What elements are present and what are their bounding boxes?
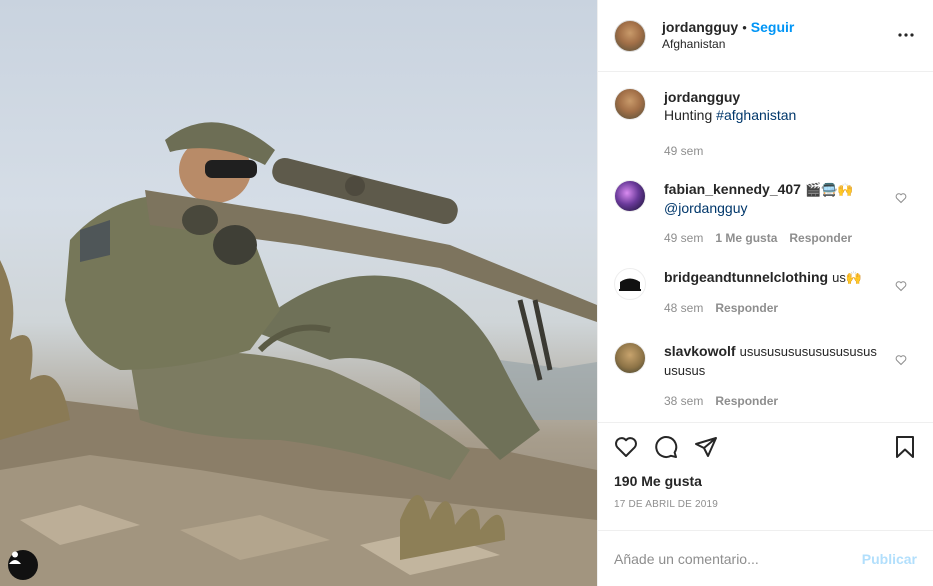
caption: jordangguy Hunting #afghanistan 49 sem [614, 88, 917, 162]
location-link[interactable]: Afghanistan [662, 36, 794, 52]
comment-like-heart-icon[interactable] [895, 354, 907, 366]
comment-body: fabian_kennedy_407 🎬🚍🙌 @jordangguy 49 sem… [664, 180, 879, 258]
mention-link[interactable]: @jordangguy [664, 200, 748, 216]
avatar[interactable] [614, 180, 646, 212]
comments-list: jordangguy Hunting #afghanistan 49 sem f… [598, 72, 933, 422]
comment-body: bridgeandtunnelclothing us🙌 48 sem Respon… [664, 268, 879, 340]
action-icons [614, 423, 917, 471]
post-side-panel: jordangguy • Seguir Afghanistan jordangguy… [597, 0, 933, 586]
post-photo[interactable] [0, 0, 597, 586]
caption-body: jordangguy Hunting #afghanistan 49 sem [664, 88, 879, 162]
comment-item: bridgeandtunnelclothing us🙌 48 sem Respon… [614, 268, 917, 340]
caption-meta: 49 sem [664, 142, 879, 160]
add-comment-bar: Publicar [598, 530, 933, 586]
avatar[interactable] [614, 342, 646, 374]
soldier-sniper-photo [0, 122, 597, 586]
instagram-post: jordangguy • Seguir Afghanistan jordangguy… [0, 0, 933, 586]
comment-like-heart-icon[interactable] [895, 192, 907, 204]
user-tag-icon[interactable] [8, 550, 38, 580]
paper-plane-icon[interactable] [694, 435, 718, 459]
heart-icon[interactable] [614, 435, 638, 459]
post-actions: 190 Me gusta 17 DE ABRIL DE 2019 [598, 422, 933, 510]
header-username[interactable]: jordangguy [662, 19, 738, 35]
reply-button[interactable]: Responder [789, 229, 852, 247]
hashtag-link[interactable]: #afghanistan [716, 107, 796, 123]
caption-text: Hunting [664, 107, 717, 123]
comment-text: us🙌 [832, 270, 863, 285]
comment-like-heart-icon[interactable] [895, 280, 907, 292]
avatar[interactable] [614, 19, 646, 52]
comment-username[interactable]: slavkowolf [664, 343, 736, 359]
likes-count[interactable]: 190 Me gusta [614, 473, 917, 489]
comment-time[interactable]: 38 sem [664, 392, 703, 410]
caption-username[interactable]: jordangguy [664, 89, 740, 105]
avatar[interactable] [614, 268, 646, 300]
comment-meta: 38 sem Responder [664, 392, 879, 410]
bookmark-icon[interactable] [893, 435, 917, 459]
post-header: jordangguy • Seguir Afghanistan [598, 0, 933, 72]
caption-time[interactable]: 49 sem [664, 142, 703, 160]
comment-input[interactable] [614, 550, 862, 567]
comment-time[interactable]: 49 sem [664, 229, 703, 247]
comment-body: slavkowolf usususususususususus ususus 38… [664, 342, 879, 410]
comment-username[interactable]: bridgeandtunnelclothing [664, 269, 828, 285]
comment-text: 🎬🚍🙌 [804, 182, 854, 197]
follow-button[interactable]: Seguir [751, 19, 795, 35]
avatar[interactable] [614, 88, 646, 120]
comment-meta: 48 sem Responder [664, 299, 879, 317]
comment-item: slavkowolf usususususususususus ususus 38… [614, 342, 917, 410]
more-options-icon[interactable] [897, 26, 915, 44]
reply-button[interactable]: Responder [715, 299, 778, 317]
comment-likes[interactable]: 1 Me gusta [715, 229, 777, 247]
comment-username[interactable]: fabian_kennedy_407 [664, 181, 801, 197]
comment-item: fabian_kennedy_407 🎬🚍🙌 @jordangguy 49 sem… [614, 180, 917, 258]
separator-dot: • [742, 20, 747, 35]
comment-time[interactable]: 48 sem [664, 299, 703, 317]
post-date[interactable]: 17 DE ABRIL DE 2019 [614, 499, 917, 510]
comment-bubble-icon[interactable] [654, 435, 678, 459]
reply-button[interactable]: Responder [715, 392, 778, 410]
comment-meta: 49 sem 1 Me gusta Responder [664, 229, 879, 247]
publish-button[interactable]: Publicar [862, 551, 917, 567]
brand-logo [619, 278, 641, 291]
header-info: jordangguy • Seguir Afghanistan [662, 19, 794, 52]
